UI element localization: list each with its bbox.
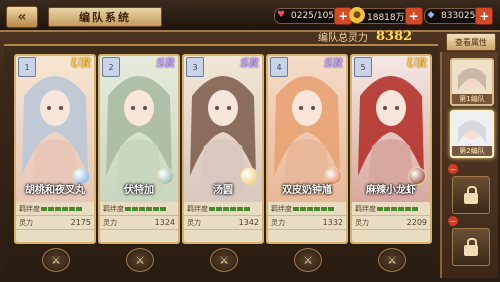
rarity-label: SR (324, 56, 343, 70)
character-card[interactable]: 5 UR 麻辣小龙虾 羁绊度 灵力 2209 (350, 54, 432, 244)
card-stats: 羁绊度 灵力 1342 (184, 202, 262, 242)
power-label: 灵力 (19, 218, 33, 227)
swap-character-button[interactable]: ⚔ (210, 248, 238, 272)
card-stats: 羁绊度 灵力 2175 (16, 202, 94, 242)
team-power-label: 编队总灵力 (318, 33, 368, 44)
rarity-label: SR (156, 56, 175, 70)
rarity-label: UR (70, 56, 91, 70)
power-label: 灵力 (355, 218, 369, 227)
team-side-panel: 第1编队 第2编队 − − (440, 52, 498, 278)
team-1-label: 第1编队 (452, 94, 492, 104)
card-stats: 羁绊度 灵力 2209 (352, 202, 430, 242)
card-stats: 羁绊度 灵力 1332 (268, 202, 346, 242)
lock-icon (464, 185, 478, 204)
crossed-utensils-icon: ⚔ (219, 253, 229, 267)
rarity-label: SR (240, 56, 259, 70)
character-name: 汤圆 (213, 185, 233, 196)
view-attributes-button[interactable]: 查看属性 (446, 33, 496, 51)
slot-number-badge: 4 (270, 57, 288, 77)
power-label: 灵力 (103, 218, 117, 227)
crystal-value: 833025 (441, 11, 476, 21)
character-name: 双皮奶钟馗 (282, 185, 332, 196)
crystal-resource: ◆ 833025 + (424, 7, 494, 25)
swap-character-button[interactable]: ⚔ (294, 248, 322, 272)
character-card[interactable]: 4 SR 双皮奶钟馗 羁绊度 灵力 1332 (266, 54, 348, 244)
card-stats: 羁绊度 灵力 1324 (100, 202, 178, 242)
crossed-utensils-icon: ⚔ (387, 253, 397, 267)
rarity-label: UR (406, 56, 427, 70)
power-value: 1324 (154, 218, 175, 227)
crossed-utensils-icon: ⚔ (135, 253, 145, 267)
remove-team-icon[interactable]: − (448, 164, 458, 174)
add-coin-button[interactable]: + (404, 7, 423, 25)
character-name: 胡桃和夜叉丸 (25, 185, 85, 196)
coin-resource: ● 18818万 + (349, 7, 423, 25)
character-card[interactable]: 1 UR 胡桃和夜叉丸 羁绊度 灵力 2175 (14, 54, 96, 244)
back-arrow-icon: « (17, 9, 27, 25)
team-2-label: 第2编队 (452, 146, 492, 156)
character-name: 麻辣小龙虾 (366, 185, 416, 196)
power-value: 2209 (406, 218, 427, 227)
slot-number-badge: 5 (354, 57, 372, 77)
crossed-utensils-icon: ⚔ (51, 253, 61, 267)
bond-bar (41, 206, 82, 211)
locked-team-slot-4[interactable] (452, 228, 490, 266)
swap-character-button[interactable]: ⚔ (378, 248, 406, 272)
bond-bar (293, 206, 334, 211)
power-label: 灵力 (271, 218, 285, 227)
crossed-utensils-icon: ⚔ (303, 253, 313, 267)
bond-label: 羁绊度 (355, 204, 376, 213)
heart-icon: ♥ (276, 10, 286, 20)
team-slot-1[interactable]: 第1编队 (450, 58, 494, 106)
lock-icon-2 (464, 237, 478, 256)
bond-label: 羁绊度 (187, 204, 208, 213)
power-value: 2175 (70, 218, 91, 227)
page-title: 编队系统 (48, 7, 162, 27)
team-power: 编队总灵力 8382 (318, 28, 428, 45)
swap-character-button[interactable]: ⚔ (42, 248, 70, 272)
coin-value: 18818万 (367, 12, 405, 23)
power-label: 灵力 (187, 218, 201, 227)
stamina-resource: ♥ 0225/105 + (274, 7, 353, 25)
remove-team-icon-2[interactable]: − (448, 216, 458, 226)
swap-character-button[interactable]: ⚔ (126, 248, 154, 272)
slot-number-badge: 3 (186, 57, 204, 77)
character-card[interactable]: 3 SR 汤圆 羁绊度 灵力 1342 (182, 54, 264, 244)
slot-number-badge: 2 (102, 57, 120, 77)
coin-icon: ● (349, 7, 365, 23)
bond-label: 羁绊度 (19, 204, 40, 213)
stamina-value: 0225/105 (291, 11, 335, 21)
character-card[interactable]: 2 SR 伏特加 羁绊度 灵力 1324 (98, 54, 180, 244)
bond-label: 羁绊度 (103, 204, 124, 213)
bond-bar (209, 206, 250, 211)
crystal-icon: ◆ (427, 10, 435, 20)
bond-label: 羁绊度 (271, 204, 292, 213)
bond-bar (125, 206, 166, 211)
add-crystal-button[interactable]: + (475, 7, 494, 25)
team-power-value: 8382 (376, 29, 413, 44)
back-button[interactable]: « (6, 6, 38, 28)
bond-bar (377, 206, 418, 211)
slot-number-badge: 1 (18, 57, 36, 77)
power-value: 1342 (238, 218, 259, 227)
team-slot-2[interactable]: 第2编队 (450, 110, 494, 158)
locked-team-slot-3[interactable] (452, 176, 490, 214)
power-value: 1332 (322, 218, 343, 227)
character-name: 伏特加 (124, 185, 154, 196)
